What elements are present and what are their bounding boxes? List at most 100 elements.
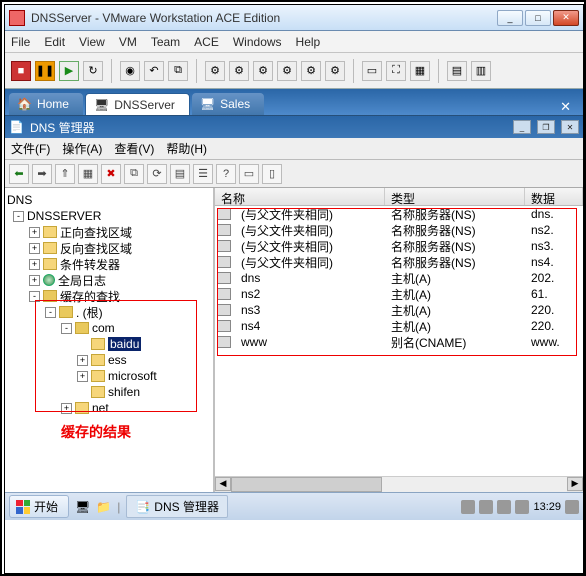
stop-icon[interactable]: ■ [11,61,31,81]
up-icon[interactable]: ⇑ [55,164,75,184]
filter-icon[interactable]: ▭ [239,164,259,184]
list-row[interactable]: (与父文件夹相同)名称服务器(NS)ns4. [215,254,583,270]
help-icon[interactable]: ? [216,164,236,184]
list-row[interactable]: www别名(CNAME)www. [215,334,583,350]
collapse-icon[interactable]: - [61,323,72,334]
scroll-left-icon[interactable]: ◀ [215,477,231,491]
expand-icon[interactable]: + [29,275,40,286]
tool-icon[interactable]: ⚙ [229,61,249,81]
scroll-thumb[interactable] [231,477,382,492]
tree-global[interactable]: 全局日志 [58,272,106,289]
tree-ess[interactable]: ess [108,353,127,367]
dns-close-button[interactable]: ✕ [561,120,579,134]
show-desktop-icon[interactable] [565,500,579,514]
menu-ace[interactable]: ACE [194,35,219,49]
expand-icon[interactable]: + [29,259,40,270]
col-name[interactable]: 名称 [215,188,385,205]
menu-help[interactable]: Help [296,35,321,49]
fullscreen-icon[interactable]: ⛶ [386,61,406,81]
list-row[interactable]: (与父文件夹相同)名称服务器(NS)ns2. [215,222,583,238]
forward-icon[interactable]: ➡ [32,164,52,184]
maximize-button[interactable]: □ [525,10,551,26]
list-row[interactable]: dns主机(A)202. [215,270,583,286]
list-row[interactable]: (与父文件夹相同)名称服务器(NS)dns. [215,206,583,222]
tree-cond[interactable]: 条件转发器 [60,256,120,273]
start-button[interactable]: 开始 [9,495,69,518]
tree-root[interactable]: DNS [7,193,32,207]
tray-network-icon[interactable] [515,500,529,514]
unity-icon[interactable]: ▦ [410,61,430,81]
tray-volume-icon[interactable] [497,500,511,514]
menu-vm[interactable]: VM [119,35,137,49]
expand-icon[interactable]: + [77,355,88,366]
minimize-button[interactable]: _ [497,10,523,26]
tree-forward[interactable]: 正向查找区域 [60,224,132,241]
tree-root-zone[interactable]: . (根) [76,304,103,321]
col-type[interactable]: 类型 [385,188,525,205]
collapse-icon[interactable]: - [45,307,56,318]
quicklaunch-icon[interactable]: 📁 [96,500,111,514]
dns-menu-help[interactable]: 帮助(H) [166,140,207,157]
close-button[interactable]: ✕ [553,10,579,26]
list-row[interactable]: ns4主机(A)220. [215,318,583,334]
expand-icon[interactable]: + [77,371,88,382]
tree-microsoft[interactable]: microsoft [108,369,157,383]
tray-icon[interactable] [479,500,493,514]
clock[interactable]: 13:29 [533,501,561,513]
horizontal-scrollbar[interactable]: ◀ ▶ [215,476,583,492]
dns-menu-action[interactable]: 操作(A) [62,140,102,157]
quicklaunch-icon[interactable]: 🖥 [75,500,90,514]
dns-menu-view[interactable]: 查看(V) [114,140,154,157]
list-row[interactable]: ns3主机(A)220. [215,302,583,318]
collapse-icon[interactable]: - [13,211,24,222]
properties-icon[interactable]: ☰ [193,164,213,184]
taskbar-app[interactable]: 📑 DNS 管理器 [126,495,228,518]
tray-icon[interactable] [461,500,475,514]
menu-edit[interactable]: Edit [44,35,65,49]
dns-menu-file[interactable]: 文件(F) [11,140,50,157]
tree-baidu[interactable]: baidu [108,337,141,351]
tool-icon[interactable]: ⚙ [277,61,297,81]
pause-icon[interactable]: ❚❚ [35,61,55,81]
tree-com[interactable]: com [92,321,115,335]
tool-icon[interactable]: ⚙ [205,61,225,81]
dns-restore-button[interactable]: ❐ [537,120,555,134]
list-row[interactable]: (与父文件夹相同)名称服务器(NS)ns3. [215,238,583,254]
tool-icon[interactable]: ⚙ [301,61,321,81]
menu-view[interactable]: View [79,35,105,49]
thumbnail-icon[interactable]: ▥ [471,61,491,81]
expand-icon[interactable]: + [29,227,40,238]
menu-file[interactable]: File [11,35,30,49]
restart-icon[interactable]: ↻ [83,61,103,81]
tab-close-icon[interactable]: ✕ [560,99,579,115]
back-icon[interactable]: ⬅ [9,164,29,184]
revert-icon[interactable]: ↶ [144,61,164,81]
tool-icon[interactable]: ⚙ [253,61,273,81]
copy-icon[interactable]: ⧉ [124,164,144,184]
tree-reverse[interactable]: 反向查找区域 [60,240,132,257]
columns-icon[interactable]: ▯ [262,164,282,184]
sidebar-icon[interactable]: ▤ [447,61,467,81]
delete-icon[interactable]: ✖ [101,164,121,184]
tree-shifen[interactable]: shifen [108,385,140,399]
play-icon[interactable]: ▶ [59,61,79,81]
tab-dnsserver[interactable]: 🖥 DNSServer [85,93,190,115]
tree-server[interactable]: DNSSERVER [27,209,101,223]
expand-icon[interactable]: + [29,243,40,254]
export-icon[interactable]: ▤ [170,164,190,184]
dns-record-list[interactable]: 名称 类型 数据 (与父文件夹相同)名称服务器(NS)dns.(与父文件夹相同)… [215,188,583,492]
view-icon[interactable]: ▭ [362,61,382,81]
tab-home[interactable]: 🏠 Home [9,93,83,115]
expand-icon[interactable]: + [61,403,72,414]
scroll-right-icon[interactable]: ▶ [567,477,583,491]
manage-snapshot-icon[interactable]: ⧉ [168,61,188,81]
col-data[interactable]: 数据 [525,188,583,205]
tree-net[interactable]: net [92,401,109,415]
dns-minimize-button[interactable]: _ [513,120,531,134]
tool-icon[interactable]: ⚙ [325,61,345,81]
show-icon[interactable]: ▦ [78,164,98,184]
tab-sales[interactable]: 🖥 Sales [192,93,264,115]
snapshot-icon[interactable]: ◉ [120,61,140,81]
menu-windows[interactable]: Windows [233,35,282,49]
menu-team[interactable]: Team [151,35,180,49]
